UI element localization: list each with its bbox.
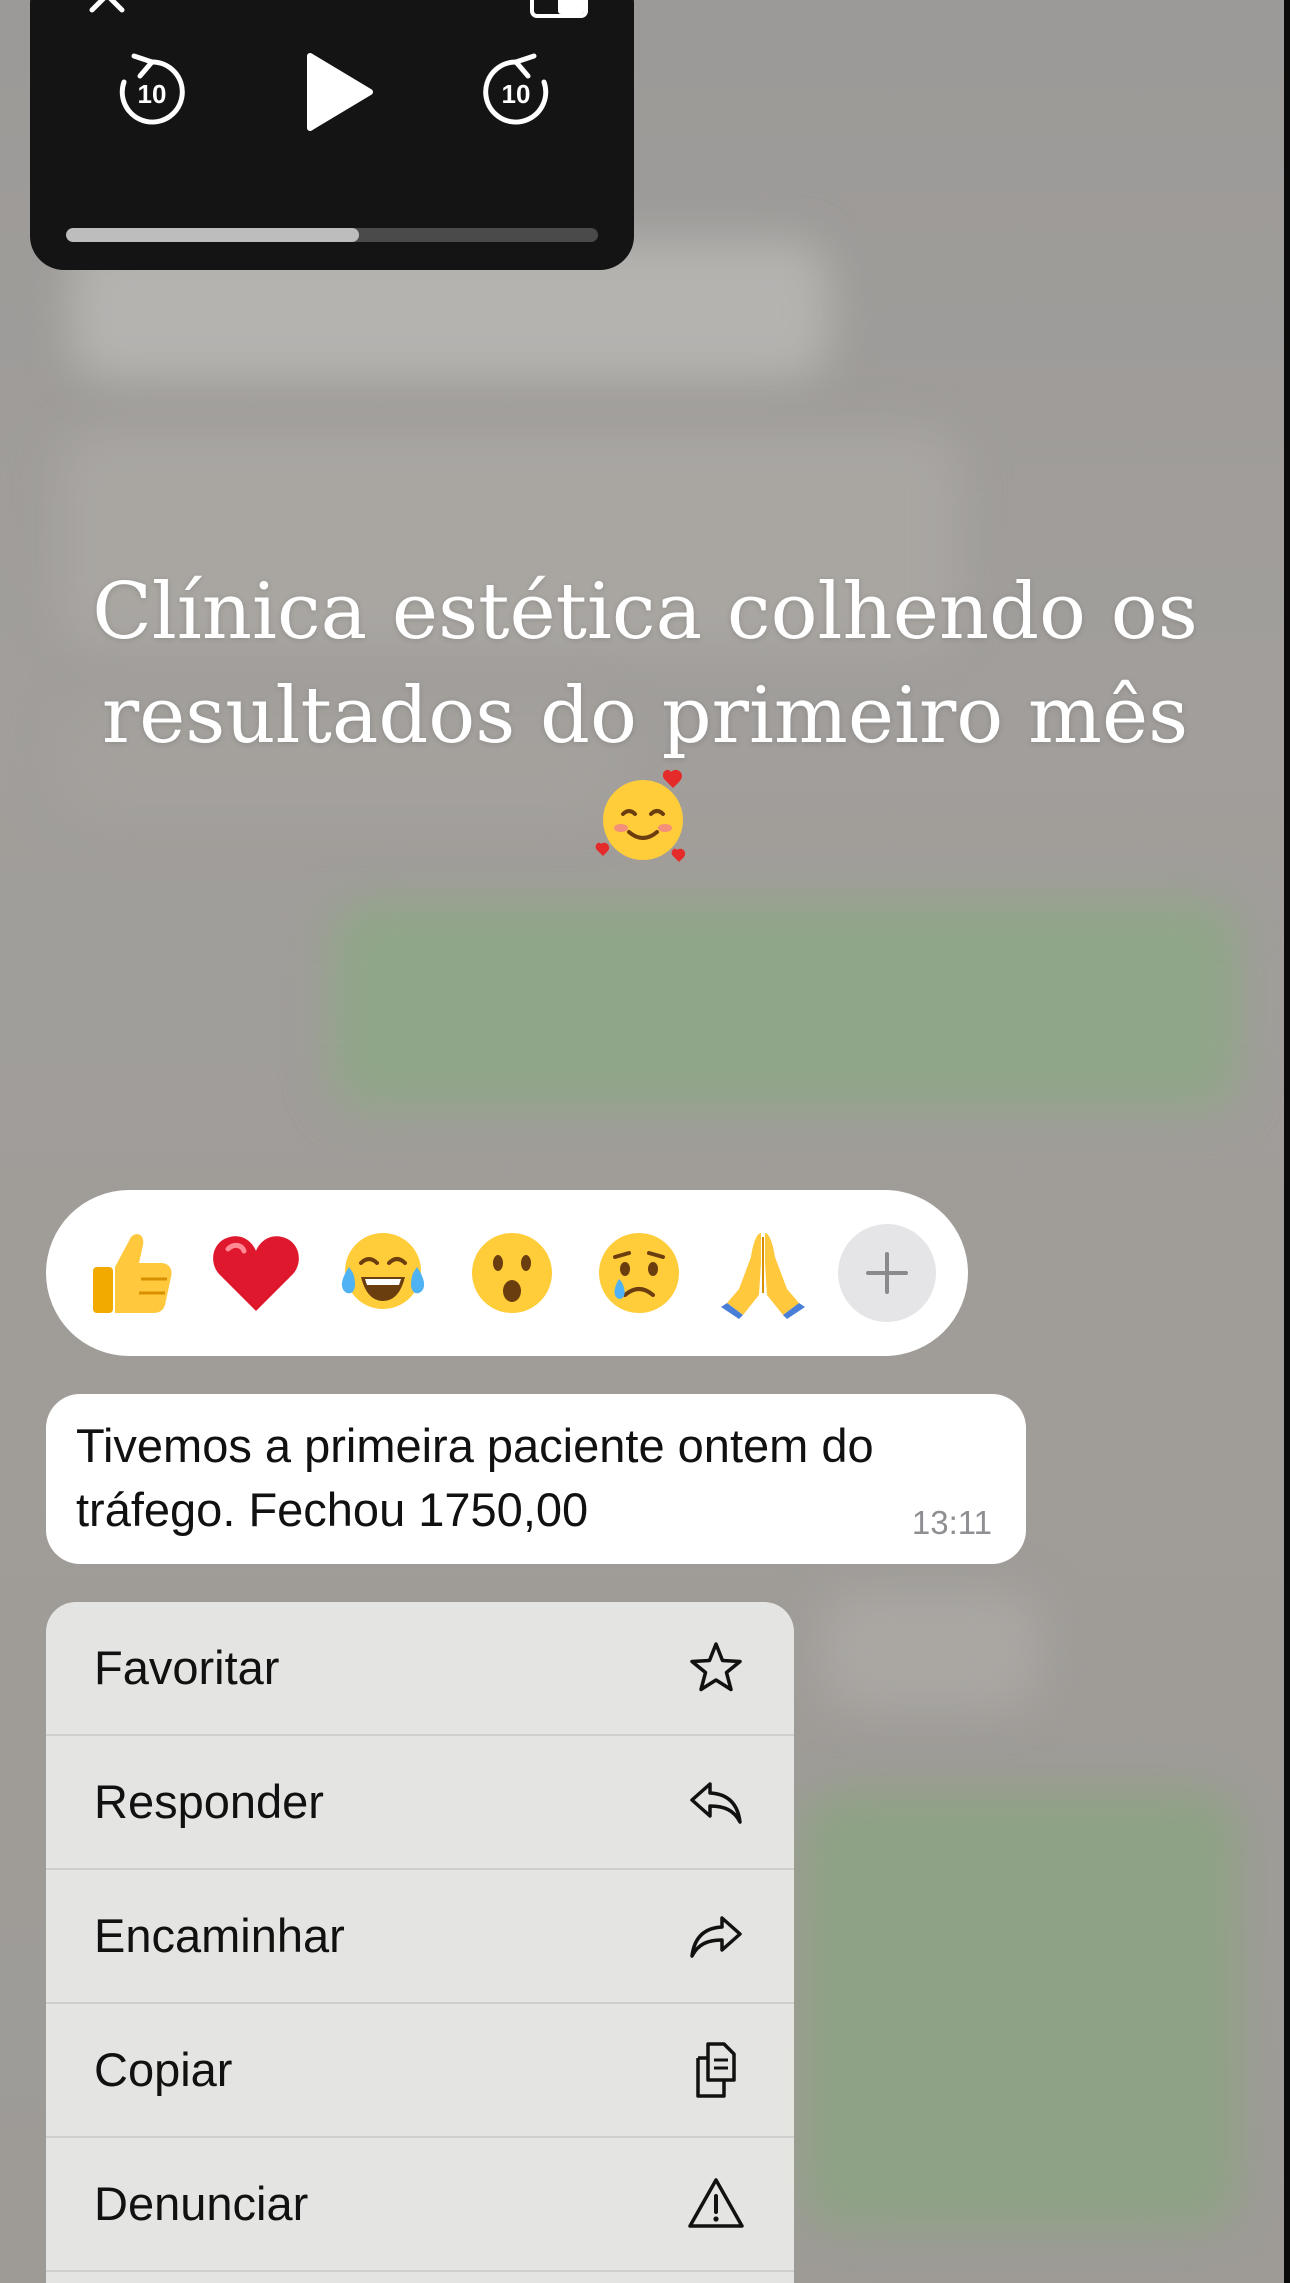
warning-icon: [688, 2178, 744, 2228]
message-text-line-1: Tivemos a primeira paciente ontem do: [76, 1419, 874, 1472]
screen-edge: [1284, 0, 1290, 2283]
menu-item-label: Denunciar: [94, 2177, 309, 2230]
reply-icon: [690, 1782, 742, 1824]
menu-item-responder[interactable]: Responder: [46, 1736, 794, 1868]
surprised-face-reaction[interactable]: [462, 1223, 562, 1323]
crying-face-reaction[interactable]: [589, 1223, 689, 1323]
heart-reaction[interactable]: [206, 1223, 306, 1323]
tears-of-joy-reaction[interactable]: [333, 1223, 433, 1323]
menu-item-favoritar[interactable]: Favoritar: [46, 1602, 794, 1734]
smiling-face-with-hearts-emoji: [593, 768, 693, 868]
menu-item-copiar[interactable]: Copiar: [46, 2004, 794, 2136]
praying-hands-reaction[interactable]: [713, 1223, 813, 1323]
video-progress-fill: [66, 228, 359, 242]
caption-line-2: resultados do primeiro mês: [101, 671, 1189, 761]
forward-icon: [690, 1916, 742, 1958]
menu-divider: [46, 2270, 794, 2272]
story-caption: Clínica estética colhendo os resultados …: [60, 560, 1230, 768]
chat-screen: 10 10 Clínica estética colhendo os resul…: [0, 0, 1290, 2283]
caption-line-1: Clínica estética colhendo os: [92, 567, 1198, 657]
picture-in-picture-icon[interactable]: [528, 0, 592, 20]
menu-item-denunciar[interactable]: Denunciar: [46, 2138, 794, 2270]
skip-back-10-icon[interactable]: 10: [112, 52, 192, 132]
video-player: 10 10: [30, 0, 634, 270]
reaction-bar: [46, 1190, 968, 1356]
skip-back-label: 10: [138, 79, 167, 109]
close-icon[interactable]: [82, 0, 132, 16]
blurred-green-bubble: [800, 1790, 1240, 2230]
star-icon: [690, 1642, 742, 1692]
menu-item-encaminhar[interactable]: Encaminhar: [46, 1870, 794, 2002]
copy-icon: [696, 2042, 736, 2098]
message-bubble[interactable]: Tivemos a primeira paciente ontem do trá…: [46, 1394, 1026, 1564]
message-text: Tivemos a primeira paciente ontem do trá…: [76, 1414, 996, 1542]
play-icon[interactable]: [292, 48, 380, 136]
menu-item-label: Favoritar: [94, 1641, 280, 1694]
message-context-menu: Favoritar Responder Encaminhar Copiar De…: [46, 1602, 794, 2283]
menu-item-label: Encaminhar: [94, 1909, 345, 1962]
skip-forward-10-icon[interactable]: 10: [476, 52, 556, 132]
menu-item-label: Responder: [94, 1775, 324, 1828]
message-text-line-2: tráfego. Fechou 1750,00: [76, 1483, 589, 1536]
skip-forward-label: 10: [502, 79, 531, 109]
menu-item-label: Copiar: [94, 2043, 233, 2096]
blurred-bubble: [820, 1590, 1040, 1710]
more-reactions-button[interactable]: [838, 1224, 936, 1322]
blurred-green-bubble: [330, 900, 1240, 1110]
video-progress-bar[interactable]: [66, 228, 598, 242]
message-timestamp: 13:11: [911, 1504, 992, 1541]
plus-icon: [866, 1252, 908, 1294]
thumbs-up-reaction[interactable]: [81, 1223, 181, 1323]
